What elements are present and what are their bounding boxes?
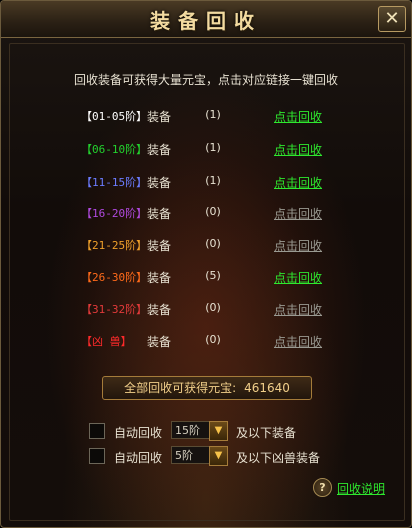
auto-recycle-label: 自动回收: [114, 426, 163, 440]
question-mark-icon[interactable]: ?: [313, 478, 332, 497]
equipment-count: (1): [205, 141, 221, 154]
total-reward-box: 全部回收可获得元宝: 461640: [102, 376, 312, 400]
equipment-word: 装备: [147, 176, 172, 190]
equipment-row: 【16-20阶】 装备 (0) 点击回收: [1, 205, 411, 223]
equipment-count: (0): [205, 333, 221, 346]
close-icon[interactable]: ✕: [378, 6, 406, 32]
recycle-panel: 装备回收 ✕ 回收装备可获得大量元宝，点击对应链接一键回收 【01-05阶】 装备…: [0, 0, 412, 528]
tier-label: 【06-10阶】: [81, 143, 148, 156]
equipment-row: 【26-30阶】 装备 (5) 点击回收: [1, 269, 411, 287]
auto-recycle-beast-option: 自动回收 5阶 ▼ 及以下凶兽装备: [1, 446, 411, 466]
tier-label: 【凶 兽】: [81, 335, 132, 348]
tier-label: 【31-32阶】: [81, 303, 148, 316]
equipment-count: (1): [205, 108, 221, 121]
recycle-link[interactable]: 点击回收: [274, 269, 322, 286]
equipment-count: (0): [205, 237, 221, 250]
equipment-row: 【31-32阶】 装备 (0) 点击回收: [1, 301, 411, 319]
equipment-count: (1): [205, 174, 221, 187]
tier-label: 【16-20阶】: [81, 207, 148, 220]
chevron-down-icon[interactable]: ▼: [209, 446, 228, 466]
equipment-word: 装备: [147, 303, 172, 317]
auto-recycle-equipment-checkbox[interactable]: [89, 423, 105, 439]
tier-label: 【01-05阶】: [81, 110, 148, 123]
equipment-tier-select[interactable]: 15阶: [171, 421, 211, 439]
recycle-help-link[interactable]: 回收说明: [337, 480, 385, 497]
recycle-link[interactable]: 点击回收: [274, 237, 322, 254]
equipment-word: 装备: [147, 271, 172, 285]
total-label: 全部回收可获得元宝:: [124, 381, 237, 395]
recycle-link[interactable]: 点击回收: [274, 205, 322, 222]
equipment-tier-suffix: 及以下装备: [236, 426, 297, 440]
chevron-down-icon[interactable]: ▼: [209, 421, 228, 441]
recycle-link[interactable]: 点击回收: [274, 301, 322, 318]
equipment-row: 【凶 兽】 装备 (0) 点击回收: [1, 333, 411, 351]
equipment-count: (0): [205, 301, 221, 314]
auto-recycle-beast-checkbox[interactable]: [89, 448, 105, 464]
equipment-row: 【06-10阶】 装备 (1) 点击回收: [1, 141, 411, 159]
equipment-word: 装备: [147, 207, 172, 221]
equipment-word: 装备: [147, 110, 172, 124]
auto-recycle-equipment-option: 自动回收 15阶 ▼ 及以下装备: [1, 421, 411, 441]
equipment-count: (0): [205, 205, 221, 218]
auto-recycle-label: 自动回收: [114, 451, 163, 465]
equipment-word: 装备: [147, 335, 172, 349]
recycle-link[interactable]: 点击回收: [274, 108, 322, 125]
panel-title: 装备回收: [150, 9, 262, 33]
title-bar: 装备回收 ✕: [1, 1, 411, 38]
total-value: 461640: [244, 381, 290, 395]
tier-label: 【26-30阶】: [81, 271, 148, 284]
equipment-row: 【21-25阶】 装备 (0) 点击回收: [1, 237, 411, 255]
recycle-link[interactable]: 点击回收: [274, 141, 322, 158]
recycle-link[interactable]: 点击回收: [274, 333, 322, 350]
equipment-word: 装备: [147, 143, 172, 157]
beast-tier-select[interactable]: 5阶: [171, 446, 211, 464]
recycle-link[interactable]: 点击回收: [274, 174, 322, 191]
equipment-row: 【11-15阶】 装备 (1) 点击回收: [1, 174, 411, 192]
equipment-row: 【01-05阶】 装备 (1) 点击回收: [1, 108, 411, 126]
intro-text: 回收装备可获得大量元宝，点击对应链接一键回收: [73, 73, 338, 87]
equipment-word: 装备: [147, 239, 172, 253]
beast-tier-suffix: 及以下凶兽装备: [236, 451, 321, 465]
tier-label: 【11-15阶】: [81, 176, 148, 189]
equipment-count: (5): [205, 269, 221, 282]
tier-label: 【21-25阶】: [81, 239, 148, 252]
